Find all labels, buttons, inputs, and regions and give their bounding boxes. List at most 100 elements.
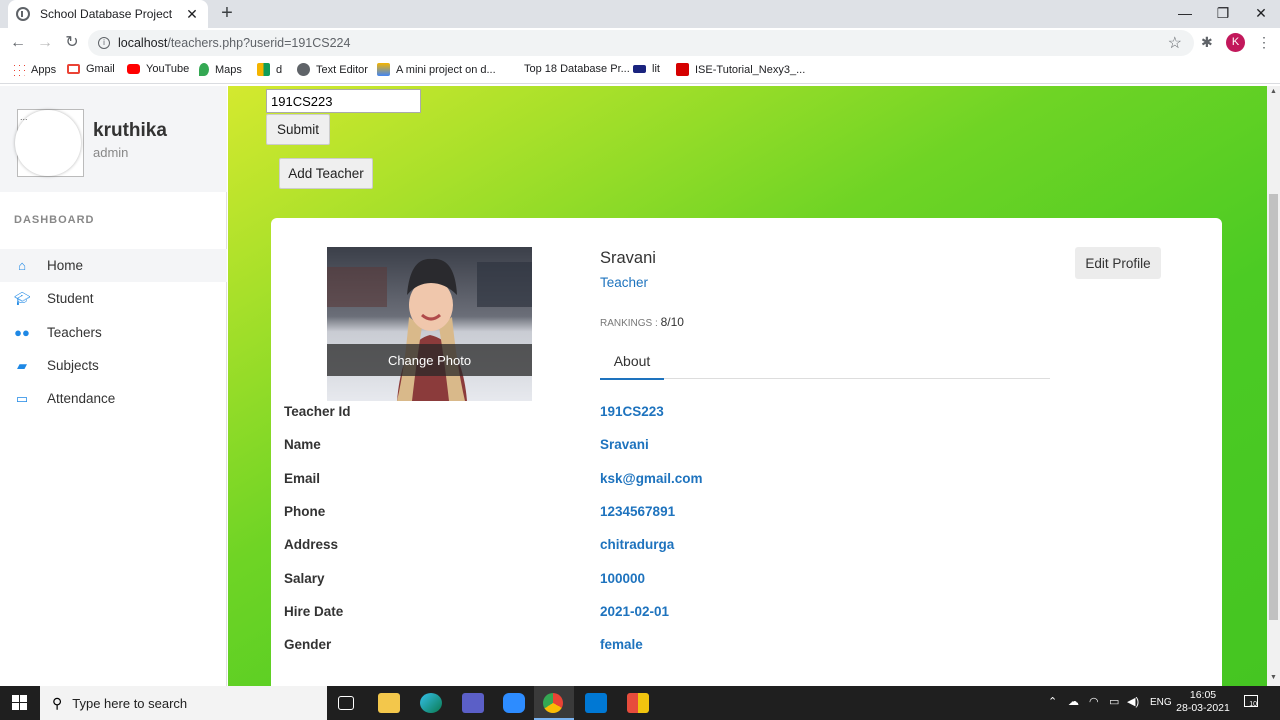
teams-icon[interactable] — [462, 693, 484, 713]
info-icon[interactable]: i — [98, 37, 110, 49]
zoom-icon[interactable] — [503, 693, 525, 713]
teacher-name: Sravani — [600, 249, 656, 267]
bookmark-ise-tutorial[interactable]: ISE-Tutorial_Nexy3_... — [676, 63, 805, 76]
profile-avatar[interactable]: K — [1226, 33, 1245, 52]
onedrive-icon[interactable]: ☁ — [1068, 695, 1079, 708]
sidebar-item-teachers[interactable]: ●● Teachers — [0, 316, 227, 349]
bookmark-maps[interactable]: Maps — [199, 63, 242, 76]
search-icon: ⚲ — [52, 694, 63, 711]
volume-icon[interactable]: ◀) — [1127, 695, 1139, 708]
reload-icon[interactable]: ↻ — [62, 33, 82, 53]
file-explorer-icon[interactable] — [378, 693, 400, 713]
back-icon[interactable]: ← — [8, 33, 28, 53]
globe-icon — [16, 7, 30, 21]
rankings: RANKINGS : 8/10 — [600, 315, 684, 329]
battery-icon[interactable]: ▭ — [1109, 695, 1119, 708]
teacher-photo: Change Photo — [327, 247, 532, 401]
bookmark-label: Text Editor — [316, 63, 368, 76]
windows-taskbar: ⚲ Type here to search ⌃ ☁ ◠ ▭ ◀) ENG 16:… — [0, 686, 1280, 720]
wifi-icon[interactable]: ◠ — [1089, 695, 1099, 708]
bookmark-label: lit — [652, 63, 660, 75]
extensions-icon[interactable]: ✱ — [1201, 34, 1213, 51]
detail-label: Teacher Id — [284, 404, 351, 419]
taskbar-search[interactable]: ⚲ Type here to search — [40, 686, 327, 720]
edge-icon[interactable] — [420, 693, 442, 713]
bookmark-label: d — [276, 63, 283, 76]
sidebar-item-attendance[interactable]: ▭ Attendance — [0, 382, 227, 415]
add-teacher-button[interactable]: Add Teacher — [279, 158, 373, 189]
notifications-icon[interactable]: 10 — [1244, 695, 1258, 708]
youtube-icon — [127, 64, 140, 74]
scroll-down-icon[interactable]: ▼ — [1269, 674, 1278, 684]
vscode-icon[interactable] — [585, 693, 607, 713]
sidebar-item-home[interactable]: ⌂ Home — [0, 249, 227, 282]
bookmark-top-18[interactable]: Top 18 Database Pr... — [524, 63, 630, 75]
browser-tab[interactable]: School Database Project ✕ — [8, 0, 208, 28]
bookmark-label: ISE-Tutorial_Nexy3_... — [695, 63, 806, 76]
scrollbar-thumb[interactable] — [1269, 194, 1278, 620]
bookmark-label: Top 18 Database Pr... — [524, 63, 630, 75]
address-bar[interactable]: i localhost/teachers.php?userid=191CS224… — [88, 30, 1194, 56]
restore-icon[interactable]: ❐ — [1204, 0, 1242, 28]
detail-label: Name — [284, 437, 321, 452]
user-profile-box: ... kruthika admin — [0, 86, 227, 192]
detail-label: Hire Date — [284, 604, 344, 619]
bookmark-d[interactable]: d — [257, 63, 282, 76]
bookmark-text-editor[interactable]: Text Editor — [297, 63, 368, 76]
teacher-id-input[interactable] — [266, 89, 421, 113]
maps-pin-icon — [199, 63, 209, 76]
office-icon — [257, 63, 270, 76]
new-tab-button[interactable]: + — [216, 3, 238, 25]
clock[interactable]: 16:05 28-03-2021 — [1172, 689, 1234, 715]
browser-menu-icon[interactable]: ⋮ — [1257, 34, 1271, 51]
page-scrollbar[interactable]: ▲ ▼ — [1267, 86, 1280, 686]
bookmark-gmail[interactable]: Gmail — [67, 63, 115, 75]
bookmarks-bar: Apps Gmail YouTube Maps d Text Editor A … — [0, 58, 1280, 84]
bookmark-apps[interactable]: Apps — [12, 63, 56, 76]
tabs-divider — [600, 378, 1050, 379]
close-tab-icon[interactable]: ✕ — [184, 6, 200, 23]
notification-count: 10 — [1249, 701, 1257, 708]
tab-about[interactable]: About — [600, 351, 664, 380]
bookmark-mini-project[interactable]: A mini project on d... — [377, 63, 496, 76]
submit-button[interactable]: Submit — [266, 114, 330, 145]
gmail-icon — [67, 64, 80, 74]
browser-toolbar: ← → ↻ i localhost/teachers.php?userid=19… — [0, 28, 1280, 58]
bookmark-lit[interactable]: lit — [633, 63, 660, 75]
tray-chevron-icon[interactable]: ⌃ — [1048, 695, 1057, 708]
detail-value: Sravani — [600, 437, 649, 452]
teacher-profile-card: Change Photo Sravani Teacher RANKINGS : … — [271, 218, 1222, 686]
language-indicator[interactable]: ENG — [1150, 697, 1172, 708]
avatar: ... — [15, 109, 84, 177]
sidebar-section-label: DASHBOARD — [14, 214, 95, 226]
app-icon[interactable] — [627, 693, 649, 713]
lit-icon — [633, 65, 646, 73]
chrome-taskbar-active[interactable] — [534, 686, 574, 720]
url-path: /teachers.php?userid=191CS224 — [167, 36, 351, 50]
users-icon: ●● — [14, 324, 30, 340]
sidebar-item-subjects[interactable]: ▰ Subjects — [0, 349, 227, 382]
sidebar-item-label: Home — [47, 258, 84, 273]
detail-value: 191CS223 — [600, 404, 664, 419]
detail-value: chitradurga — [600, 537, 675, 552]
windows-start-icon[interactable] — [12, 695, 28, 711]
sidebar: ... kruthika admin DASHBOARD ⌂ Home 🎓︎ S… — [0, 86, 227, 686]
detail-label: Salary — [284, 571, 325, 586]
taskbar-search-placeholder: Type here to search — [72, 695, 188, 711]
teacher-photo-image — [327, 247, 532, 401]
change-photo-button[interactable]: Change Photo — [327, 344, 532, 376]
bookmark-label: YouTube — [146, 63, 190, 75]
url-host: localhost — [118, 36, 168, 50]
edit-profile-button[interactable]: Edit Profile — [1075, 247, 1161, 279]
sidebar-item-student[interactable]: 🎓︎ Student — [0, 282, 227, 315]
url-text: localhost/teachers.php?userid=191CS224 — [118, 36, 350, 50]
scroll-up-icon[interactable]: ▲ — [1269, 88, 1278, 98]
forward-icon[interactable]: → — [35, 33, 55, 53]
task-view-icon[interactable] — [338, 696, 354, 710]
close-window-icon[interactable]: ✕ — [1242, 0, 1280, 28]
bookmark-youtube[interactable]: YouTube — [127, 63, 189, 75]
tab-title: School Database Project — [40, 7, 173, 21]
minimize-icon[interactable]: — — [1166, 0, 1204, 28]
bookmark-star-icon[interactable]: ☆ — [1168, 33, 1182, 53]
chrome-icon — [543, 693, 563, 713]
